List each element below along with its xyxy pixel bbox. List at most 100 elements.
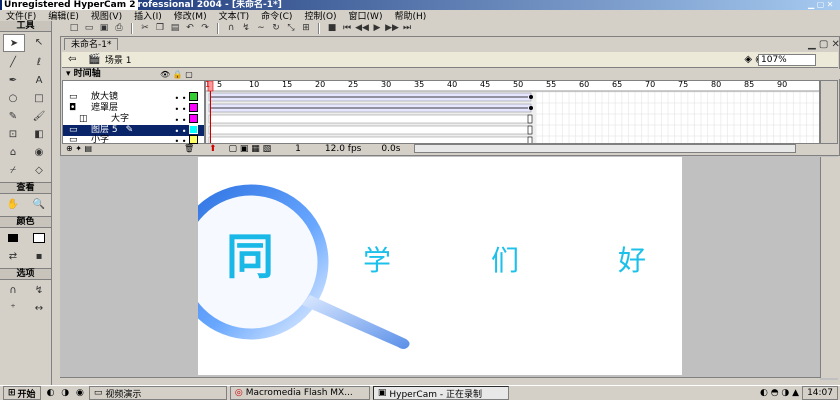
scale-icon[interactable]: ⤡ — [285, 23, 297, 34]
rotate-icon[interactable]: ↻ — [270, 23, 282, 34]
stroke-color-icon[interactable] — [3, 230, 23, 246]
document-tab[interactable]: 未命名-1* — [64, 38, 119, 50]
save-icon[interactable]: ▣ — [98, 23, 110, 34]
separator — [217, 22, 219, 34]
play-icon[interactable]: ▶ — [371, 23, 383, 34]
start-button[interactable]: ⊞ 开始 — [3, 386, 41, 400]
default-colors-icon[interactable]: ▪ — [29, 248, 49, 264]
add-layer-icon[interactable]: ⊕ — [66, 144, 73, 153]
brush-tool-icon[interactable]: 🖌 — [29, 108, 49, 124]
swap-colors-icon[interactable]: ⇄ — [3, 248, 23, 264]
eraser-icon[interactable]: ◇ — [29, 162, 49, 178]
ruler-tick: 10 — [249, 80, 260, 89]
smooth-icon[interactable]: ↯ — [240, 23, 252, 34]
layer-name: 大字 — [111, 114, 130, 124]
ruler-tick: 15 — [282, 80, 293, 89]
layer-row-mask[interactable]: ◘ 遮罩层 • • — [63, 102, 204, 114]
doc-window-controls[interactable]: ▁ ▢ ✕ — [808, 39, 840, 50]
stage-vscroll[interactable] — [820, 157, 838, 378]
text-tool-icon[interactable]: A — [29, 72, 49, 88]
stage-character: 们 — [491, 244, 520, 277]
big-character: 同 — [226, 229, 275, 285]
masked-layer-icon: ◫ — [79, 114, 88, 124]
scene-icon: 🎬 — [88, 54, 101, 65]
undo-icon[interactable]: ↶ — [184, 23, 196, 34]
window-controls[interactable]: ▁ ▢ ✕ — [808, 0, 834, 10]
separator — [318, 22, 320, 34]
onion-skin-icons[interactable]: ▢ ▣ ▦ ▧ — [229, 144, 272, 154]
layer-row-magnifier[interactable]: ▭ 放大镜 • • — [63, 91, 204, 103]
zoom-tool-icon[interactable]: 🔍 — [29, 196, 49, 212]
flash-app-icon: ◎ — [234, 388, 243, 398]
redo-icon[interactable]: ↷ — [199, 23, 211, 34]
paint-bucket-icon[interactable]: ◉ — [29, 144, 49, 160]
center-frame-icon[interactable]: ⬆ — [209, 144, 217, 154]
stage-canvas[interactable]: 同 学 们 好 — [173, 157, 682, 375]
eyedropper-icon[interactable]: ⌿ — [3, 162, 23, 178]
subselect-tool-icon[interactable]: ↖ — [29, 34, 49, 50]
hand-tool-icon[interactable]: ✋ — [3, 196, 23, 212]
layer-name: 遮罩层 — [91, 103, 119, 113]
transform-tool-icon[interactable]: ⊡ — [3, 126, 23, 142]
pen-tool-icon[interactable]: ✒ — [3, 72, 23, 88]
step-back-icon[interactable]: ◀◀ — [355, 23, 369, 34]
stage-hscroll[interactable] — [60, 377, 820, 385]
tray-icons[interactable]: ◐ ◓ ◑ ▲ — [760, 388, 799, 398]
forward-end-icon[interactable]: ⏭ — [401, 23, 413, 34]
view-section-label: 查看 — [0, 182, 51, 194]
fill-color-icon[interactable] — [29, 230, 49, 246]
straighten-option-icon[interactable]: ⁺ — [3, 300, 23, 316]
snap-magnet-icon[interactable]: ∩ — [3, 282, 23, 298]
rewind-icon[interactable]: ⏮ — [341, 23, 353, 34]
quick-launch-icons[interactable]: ◐ ◑ ◉ — [47, 388, 86, 398]
add-folder-icon[interactable]: ▤ — [85, 144, 93, 153]
zoom-select[interactable]: 107% — [758, 54, 816, 66]
open-icon[interactable]: ▭ — [83, 23, 95, 34]
stage-character: 好 — [618, 244, 647, 277]
ruler-tick: 65 — [612, 80, 623, 89]
main-toolbar: □ ▭ ▣ ⎙ ✂ ❐ ▤ ↶ ↷ ∩ ↯ ∼ ↻ ⤡ ⊞ ■ ⏮ ◀◀ ▶ ▶… — [64, 21, 840, 35]
rotate-option-icon[interactable]: ↔ — [29, 300, 49, 316]
smooth-option-icon[interactable]: ↯ — [29, 282, 49, 298]
ruler-tick: 80 — [711, 80, 722, 89]
task-label: HyperCam - 正在录制 — [389, 389, 482, 400]
ruler-tick: 90 — [777, 80, 788, 89]
taskbar-item-flash[interactable]: ◎ Macromedia Flash MX... — [229, 386, 370, 400]
print-icon[interactable]: ⎙ — [113, 23, 125, 34]
layer-buttons: ⊕ ✦ ▤ 🗑 — [62, 144, 205, 153]
toolbox-header: 工具 — [0, 21, 51, 32]
delete-layer-icon[interactable]: 🗑 — [184, 144, 194, 153]
layer-name: 放大镜 — [91, 92, 119, 102]
new-icon[interactable]: □ — [68, 23, 80, 34]
colors-section-label: 颜色 — [0, 216, 51, 228]
taskbar-item-hypercam[interactable]: ▣ HyperCam - 正在录制 — [372, 386, 509, 400]
add-guide-icon[interactable]: ✦ — [75, 144, 82, 153]
oval-tool-icon[interactable]: ○ — [3, 90, 23, 106]
ink-bottle-icon[interactable]: ⌂ — [3, 144, 23, 160]
ruler-tick: 60 — [579, 80, 590, 89]
straighten-icon[interactable]: ∼ — [255, 23, 267, 34]
taskbar-item-video-demo[interactable]: ▭ 视频演示 — [88, 386, 227, 400]
paste-icon[interactable]: ▤ — [169, 23, 181, 34]
pencil-tool-icon[interactable]: ✎ — [3, 108, 23, 124]
stop-icon[interactable]: ■ — [326, 23, 338, 34]
timeline-vscroll[interactable] — [820, 80, 838, 144]
back-arrow-icon[interactable]: ⇦ — [68, 54, 76, 65]
taskbar: ⊞ 开始 ◐ ◑ ◉ ▭ 视频演示 ◎ Macromedia Flash MX... … — [0, 385, 840, 400]
frame-ruler[interactable]: 5 10 15 20 25 30 35 40 45 50 55 60 65 70… — [205, 80, 820, 90]
lasso-tool-icon[interactable]: ℓ — [29, 54, 49, 70]
timeline-hscroll[interactable] — [414, 144, 797, 153]
align-icon[interactable]: ⊞ — [300, 23, 312, 34]
arrow-tool-icon[interactable]: ➤ — [3, 34, 25, 52]
rect-tool-icon[interactable]: □ — [29, 90, 49, 106]
clock: 14:07 — [802, 386, 838, 400]
line-tool-icon[interactable]: ╱ — [3, 54, 23, 70]
cut-icon[interactable]: ✂ — [139, 23, 151, 34]
step-forward-icon[interactable]: ▶▶ — [385, 23, 399, 34]
layer-row-bigtext[interactable]: ◫ 大字 • • — [63, 113, 204, 125]
copy-icon[interactable]: ❐ — [154, 23, 166, 34]
fill-transform-icon[interactable]: ◧ — [29, 126, 49, 142]
ruler-tick: 35 — [414, 80, 425, 89]
magnet-icon[interactable]: ∩ — [225, 23, 237, 34]
scene-label: 场景 1 — [104, 56, 132, 66]
